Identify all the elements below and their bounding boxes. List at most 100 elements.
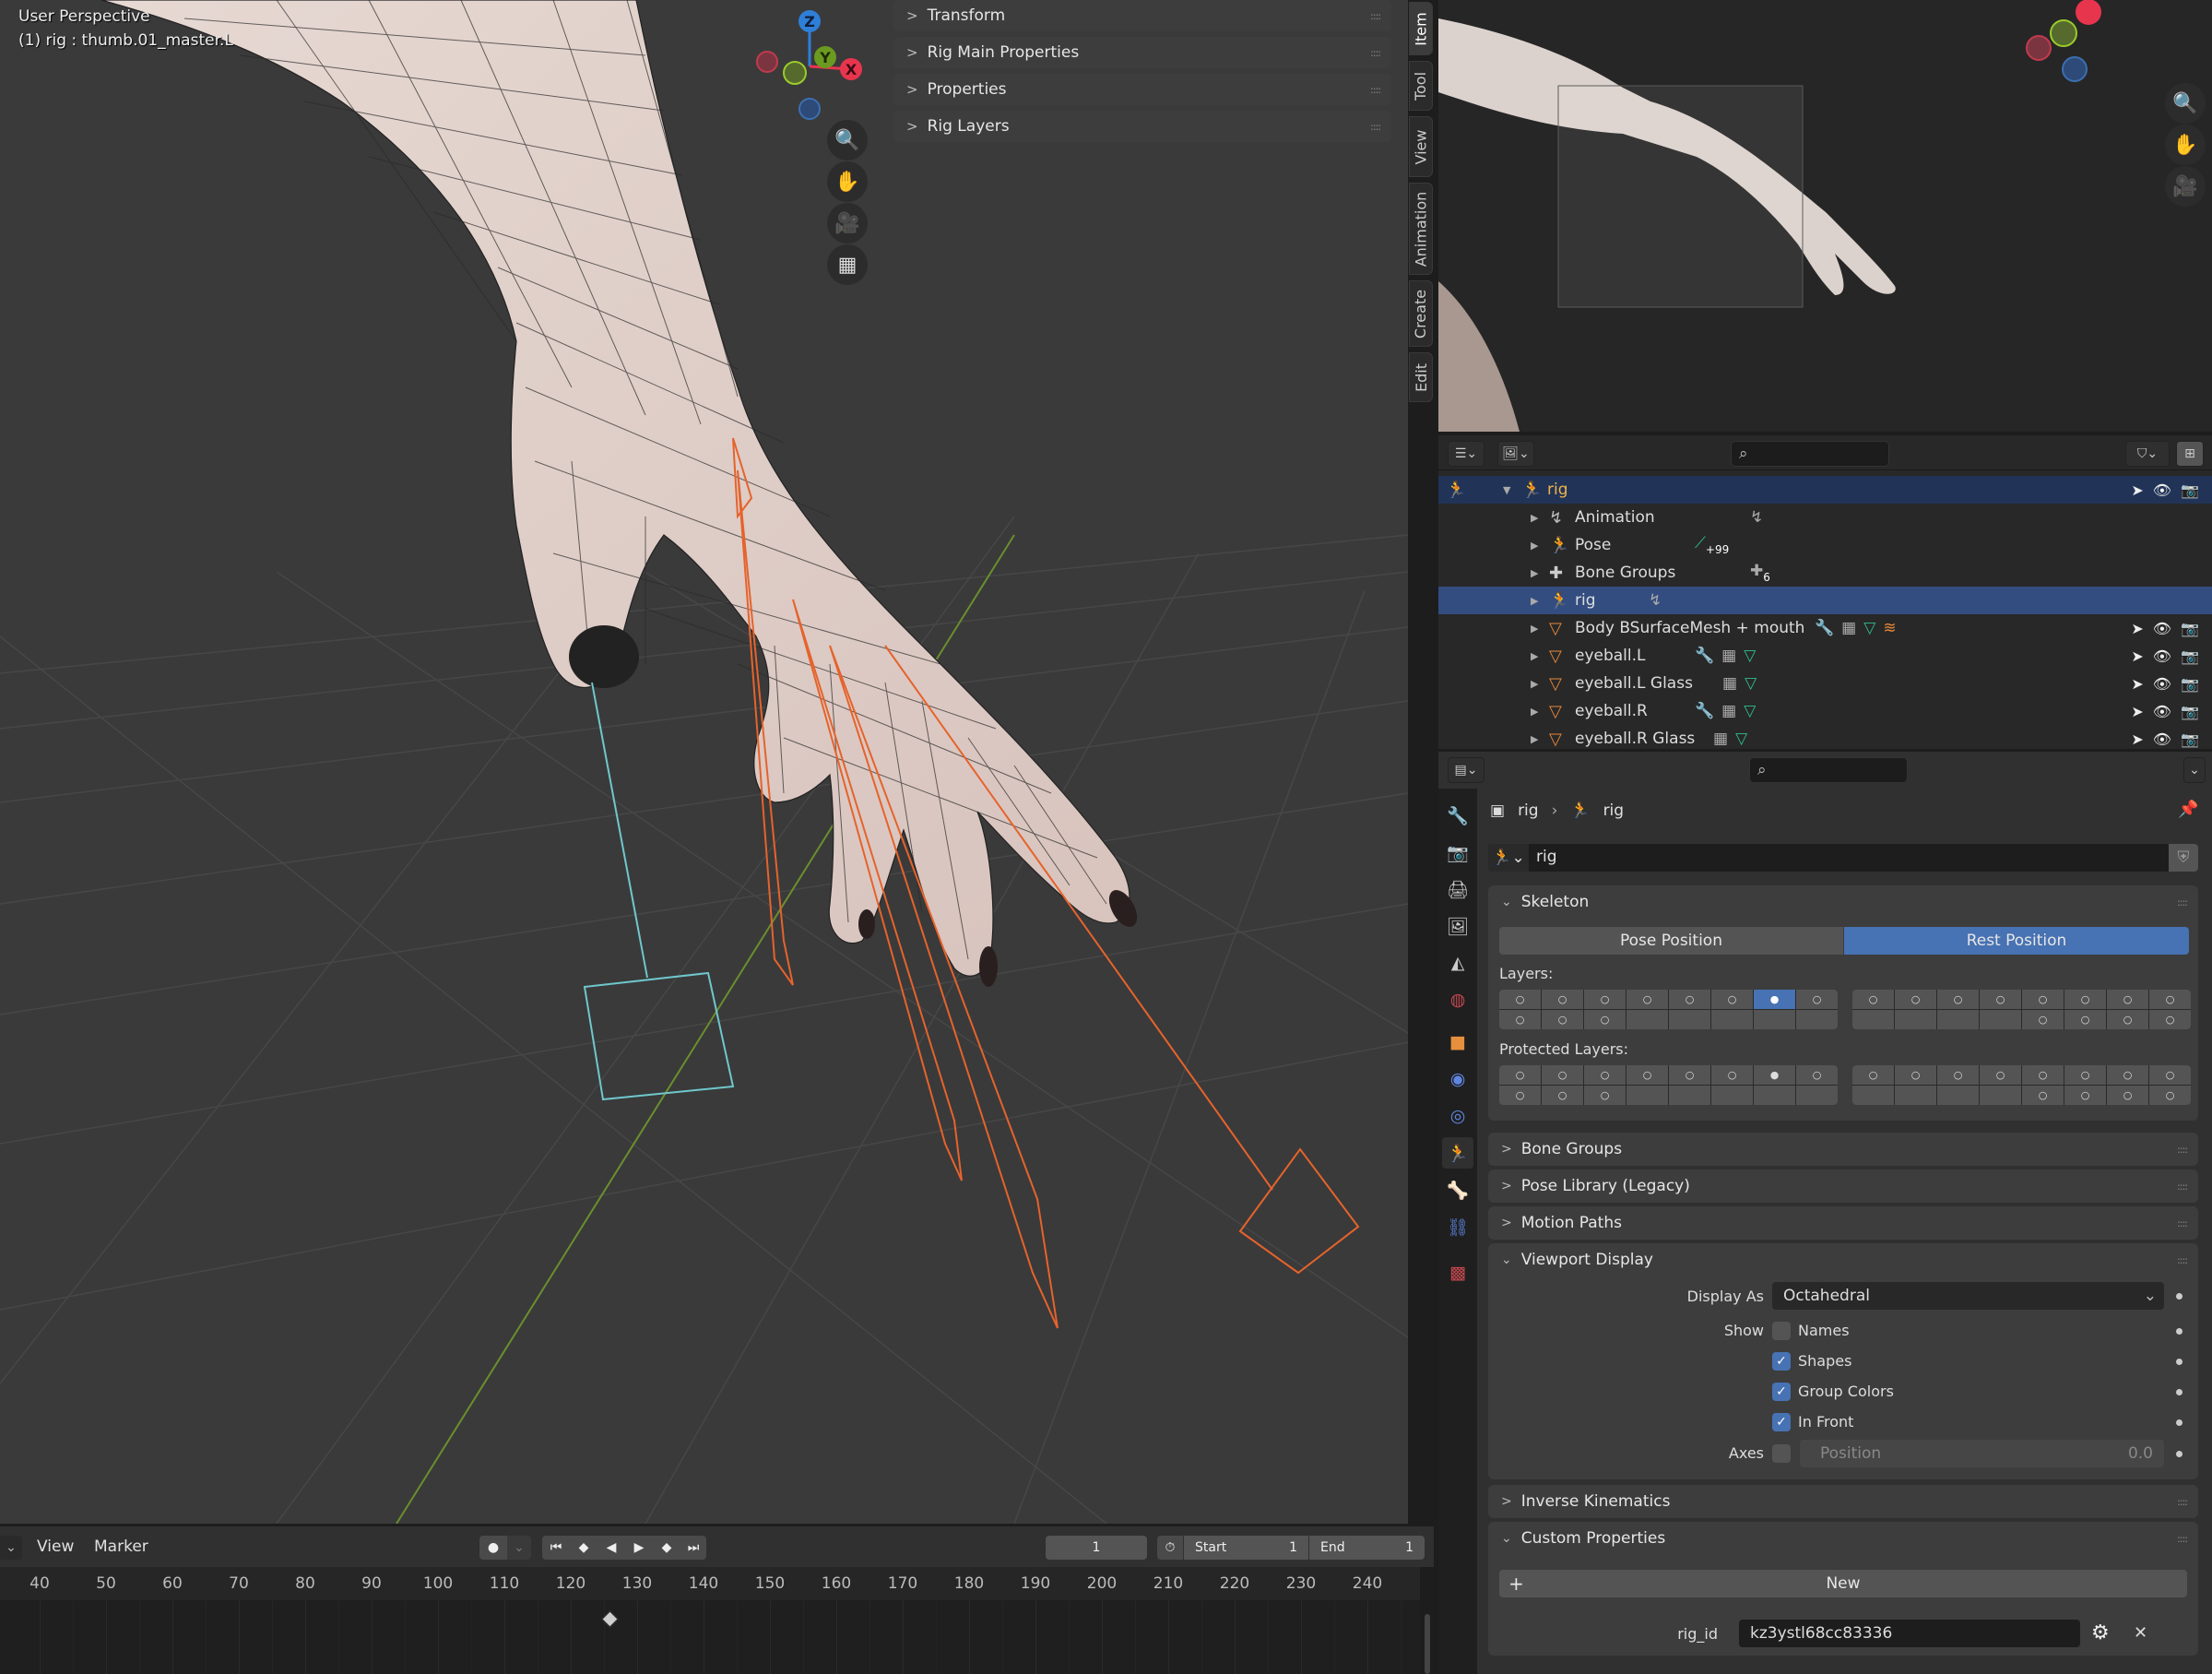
jump-end-icon[interactable]: ⏭ bbox=[680, 1536, 706, 1560]
editor-type-dropdown[interactable]: 🖼⌄ bbox=[1497, 441, 1534, 467]
mesh-data-icon[interactable]: ▽ bbox=[1745, 674, 1757, 693]
mesh-data-icon[interactable]: ▽ bbox=[1744, 702, 1756, 720]
camera-render-icon[interactable]: 📷 bbox=[2181, 620, 2199, 637]
protected-layer-toggle[interactable]: ○ bbox=[2107, 1065, 2148, 1085]
mesh-data-icon[interactable]: ▽ bbox=[1744, 647, 1756, 665]
layer-toggle[interactable]: ○ bbox=[2064, 990, 2106, 1009]
render-icon[interactable]: 📷 bbox=[1442, 837, 1473, 868]
pose-position-button[interactable]: Pose Position bbox=[1499, 927, 1843, 955]
panel-motion-paths[interactable]: > Motion Paths:::: bbox=[1488, 1206, 2198, 1240]
close-icon[interactable]: ✕ bbox=[2134, 1623, 2147, 1643]
protected-layer-toggle[interactable]: ○ bbox=[1626, 1065, 1668, 1085]
panel-rig-main-properties[interactable]: > Rig Main Properties :::: bbox=[893, 37, 1391, 68]
end-frame-field[interactable]: End 1 bbox=[1309, 1536, 1425, 1560]
3d-viewport[interactable]: User Perspective (1) rig : thumb.01_mast… bbox=[0, 0, 1408, 1524]
disclosure-collapsed-icon[interactable]: ▶ bbox=[1531, 650, 1538, 662]
drag-grip-icon[interactable]: :::: bbox=[2177, 896, 2188, 908]
zoom-icon[interactable]: 🔍 bbox=[827, 120, 868, 160]
action-icon[interactable]: ↯ bbox=[1649, 591, 1662, 610]
keyframe-dot[interactable] bbox=[2176, 1389, 2182, 1395]
protected-layer-toggle[interactable]: ○ bbox=[2022, 1086, 2064, 1105]
show-in-front-checkbox[interactable]: ✓ bbox=[1772, 1413, 1791, 1431]
protected-layer-toggle[interactable]: ○ bbox=[1542, 1086, 1583, 1105]
drag-grip-icon[interactable]: :::: bbox=[1370, 47, 1381, 59]
property-value-field[interactable]: kz3ystl68cc83336 bbox=[1739, 1620, 2080, 1647]
panel-pose-library[interactable]: > Pose Library (Legacy):::: bbox=[1488, 1169, 2198, 1203]
layer-toggle[interactable]: ○ bbox=[2149, 990, 2191, 1009]
protected-layer-toggle[interactable]: ○ bbox=[2149, 1086, 2191, 1105]
timeline-ruler[interactable]: 40 50 60 70 80 90 100 110 120 130 140 150 160 170 180 1… bbox=[0, 1567, 1420, 1600]
new-property-button[interactable]: + New bbox=[1499, 1570, 2187, 1597]
secondary-viewport[interactable]: 🔍 ✋ 🎥 bbox=[1438, 0, 2212, 432]
protected-layer-toggle[interactable]: ○ bbox=[2107, 1086, 2148, 1105]
layer-toggle[interactable]: ○ bbox=[1796, 990, 1838, 1009]
protected-layer-toggle[interactable]: ○ bbox=[1980, 1065, 2021, 1085]
panel-properties[interactable]: > Properties :::: bbox=[893, 74, 1391, 105]
camera-icon[interactable]: 🎥 bbox=[2165, 166, 2206, 207]
camera-render-icon[interactable]: 📷 bbox=[2181, 675, 2199, 693]
protected-layer-toggle[interactable]: ○ bbox=[1584, 1065, 1626, 1085]
show-shapes-checkbox[interactable]: ✓ bbox=[1772, 1352, 1791, 1371]
hand-pan-icon[interactable]: ✋ bbox=[827, 161, 868, 202]
view-layer-icon[interactable]: 🖼 bbox=[1442, 910, 1473, 942]
bone-icon[interactable]: ⟋ bbox=[1695, 534, 1706, 556]
axes-checkbox[interactable] bbox=[1772, 1444, 1791, 1463]
protected-layer-toggle[interactable]: ○ bbox=[2064, 1086, 2106, 1105]
layer-toggle[interactable]: ○ bbox=[1895, 990, 1936, 1009]
eye-icon[interactable]: 👁 bbox=[2153, 647, 2171, 665]
start-frame-field[interactable]: Start 1 bbox=[1184, 1536, 1308, 1560]
tab-item[interactable]: Item bbox=[1409, 2, 1433, 55]
new-collection-button[interactable]: ⊞ bbox=[2176, 441, 2204, 467]
outliner-row[interactable]: ▶ 🏃 rig ↯ bbox=[1438, 587, 2212, 614]
disclosure-expanded-icon[interactable]: ▼ bbox=[1503, 484, 1510, 496]
layer-toggle[interactable]: ○ bbox=[2064, 1010, 2106, 1029]
wrench-icon[interactable]: 🔧 bbox=[1815, 619, 1834, 637]
axes-position-field[interactable]: Position 0.0 bbox=[1800, 1440, 2164, 1467]
output-icon[interactable]: 🖨 bbox=[1442, 873, 1473, 905]
menu-marker[interactable]: Marker bbox=[94, 1537, 148, 1556]
disclosure-collapsed-icon[interactable]: ▶ bbox=[1531, 567, 1538, 579]
modifiers-icon[interactable]: ◉ bbox=[1442, 1063, 1473, 1095]
outliner-row[interactable]: ▶ 🏃 Pose ⟋ +99 bbox=[1438, 531, 2212, 559]
layer-toggle[interactable]: ○ bbox=[2107, 990, 2148, 1009]
drag-grip-icon[interactable]: :::: bbox=[2177, 1144, 2188, 1156]
action-icon[interactable]: ↯ bbox=[1750, 508, 1763, 527]
protected-layer-toggle[interactable]: ○ bbox=[1584, 1086, 1626, 1105]
drag-grip-icon[interactable]: :::: bbox=[1370, 10, 1381, 22]
hand-pan-icon[interactable]: ✋ bbox=[2165, 125, 2206, 165]
select-arrow-icon[interactable]: ➤ bbox=[2131, 730, 2143, 748]
rest-position-button[interactable]: Rest Position bbox=[1844, 927, 2189, 955]
vertex-group-icon[interactable]: ▦ bbox=[1722, 674, 1737, 693]
vertex-group-icon[interactable]: ▦ bbox=[1721, 647, 1736, 665]
pose-mode-icon[interactable]: 🏃 bbox=[1446, 481, 1466, 500]
protected-layer-toggle[interactable]: ○ bbox=[1895, 1065, 1936, 1085]
layer-toggle[interactable]: ○ bbox=[1542, 990, 1583, 1009]
protected-layer-toggle[interactable]: ○ bbox=[1669, 1065, 1710, 1085]
outliner-row[interactable]: ▶ ▽ eyeball.L Glass ▦ ▽ ➤ 👁 📷 bbox=[1438, 670, 2212, 697]
select-arrow-icon[interactable]: ➤ bbox=[2131, 703, 2143, 720]
drag-grip-icon[interactable]: :::: bbox=[2177, 1217, 2188, 1229]
layer-toggle[interactable]: ○ bbox=[1980, 990, 2021, 1009]
prev-keyframe-icon[interactable]: ◆ bbox=[570, 1536, 597, 1560]
panel-viewport-display-header[interactable]: ⌄ Viewport Display :::: bbox=[1488, 1243, 2198, 1276]
properties-search-input[interactable]: ⌕ bbox=[1749, 757, 1908, 783]
gear-icon[interactable]: ⚙ bbox=[2091, 1621, 2110, 1644]
display-as-dropdown[interactable]: Octahedral ⌄ bbox=[1772, 1282, 2164, 1310]
keyframe-dot[interactable] bbox=[2176, 1293, 2182, 1300]
editor-type-dropdown[interactable]: ▤⌄ bbox=[1448, 757, 1485, 783]
layer-toggle[interactable]: ○ bbox=[1584, 1010, 1626, 1029]
play-icon[interactable]: ▶ bbox=[625, 1536, 653, 1560]
eye-icon[interactable]: 👁 bbox=[2153, 620, 2171, 637]
outliner-row[interactable]: ▶ ▽ eyeball.R Glass ▦ ▽ ➤ 👁 📷 bbox=[1438, 725, 2212, 749]
zoom-icon[interactable]: 🔍 bbox=[2165, 83, 2206, 124]
eye-icon[interactable]: 👁 bbox=[2153, 675, 2171, 693]
layer-toggle[interactable]: ○ bbox=[2149, 1010, 2191, 1029]
panel-bone-groups[interactable]: > Bone Groups:::: bbox=[1488, 1133, 2198, 1166]
wrench-icon[interactable]: 🔧 bbox=[1695, 647, 1714, 665]
eye-icon[interactable]: 👁 bbox=[2153, 481, 2171, 499]
show-names-checkbox[interactable] bbox=[1772, 1322, 1791, 1340]
disclosure-collapsed-icon[interactable]: ▶ bbox=[1531, 540, 1538, 552]
protected-layer-toggle[interactable]: ○ bbox=[1499, 1065, 1541, 1085]
navigation-gizmo[interactable]: Z Y X bbox=[751, 5, 871, 125]
mesh-data-icon[interactable]: ▽ bbox=[1735, 730, 1747, 748]
